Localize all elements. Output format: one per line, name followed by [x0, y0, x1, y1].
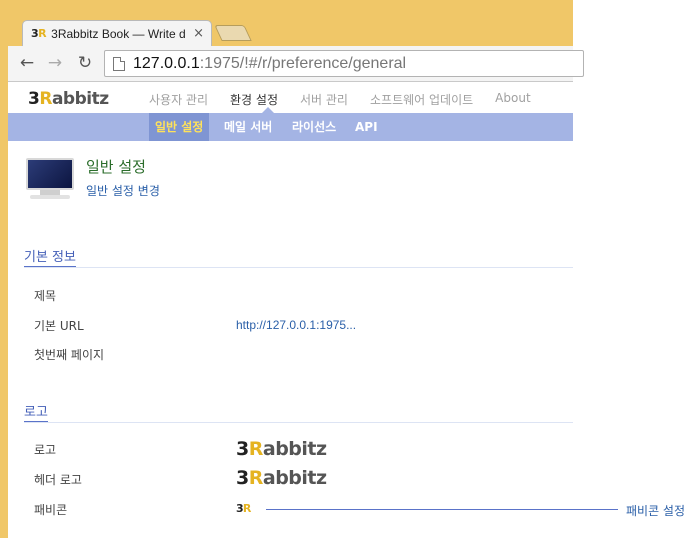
main-nav-about[interactable]: About: [495, 91, 530, 108]
favicon-setting-link[interactable]: 패비콘 설정: [626, 502, 685, 519]
sub-nav-general[interactable]: 일반 설정: [149, 113, 210, 141]
browser-tab[interactable]: 3R 3Rabbitz Book — Write d ×: [22, 20, 212, 46]
main-content: 일반 설정 일반 설정 변경 기본 정보 제목 기본 URL http://12…: [8, 141, 573, 538]
page-subtitle-link[interactable]: 일반 설정 변경: [86, 182, 160, 199]
reload-icon[interactable]: ↻: [74, 52, 96, 74]
row-label-header-logo: 헤더 로고: [34, 473, 82, 487]
back-arrow-icon[interactable]: ←: [16, 52, 38, 74]
sub-nav-api[interactable]: API: [349, 113, 384, 141]
main-nav-software-update[interactable]: 소프트웨어 업데이트: [370, 91, 473, 108]
favicon-image: 3R: [236, 502, 251, 515]
row-label-title: 제목: [34, 289, 57, 303]
window-border-top: [0, 0, 573, 16]
row-label-favicon: 패비콘: [34, 503, 68, 517]
app-header: 3Rabbitz 사용자 관리 환경 설정 서버 관리 소프트웨어 업데이트 A…: [8, 82, 573, 113]
row-label-logo: 로고: [34, 443, 57, 457]
browser-toolbar: ← → ↻ 127.0.0.1:1975/!#/r/preference/gen…: [8, 46, 584, 82]
row-label-base-url: 기본 URL: [34, 319, 84, 333]
new-tab-button[interactable]: [214, 25, 252, 41]
page-title: 일반 설정: [86, 158, 146, 176]
row-label-first-page: 첫번째 페이지: [34, 348, 105, 362]
tab-favicon: 3R: [31, 27, 47, 40]
sub-nav: 일반 설정 메일 서버 라이선스 API: [8, 113, 573, 141]
main-nav: 사용자 관리 환경 설정 서버 관리 소프트웨어 업데이트 About: [149, 91, 553, 108]
main-nav-users[interactable]: 사용자 관리: [149, 91, 208, 108]
header-logo-image: 3Rabbitz: [236, 467, 327, 489]
favicon-setting-line: [266, 509, 618, 510]
forward-arrow-icon[interactable]: →: [44, 52, 66, 74]
logo-image: 3Rabbitz: [236, 438, 327, 460]
browser-tabstrip: 3R 3Rabbitz Book — Write d ×: [8, 16, 573, 46]
section-logo: 로고: [24, 401, 48, 423]
monitor-icon: [26, 158, 74, 200]
page-icon: [113, 56, 125, 71]
sub-nav-license[interactable]: 라이선스: [286, 113, 342, 141]
section-divider: [24, 267, 573, 268]
window-border-left: [0, 0, 8, 538]
main-nav-server[interactable]: 서버 관리: [300, 91, 348, 108]
tab-title: 3Rabbitz Book — Write d: [51, 26, 186, 41]
tab-close-icon[interactable]: ×: [193, 26, 204, 41]
sub-nav-mail-server[interactable]: 메일 서버: [218, 113, 278, 141]
app-logo[interactable]: 3Rabbitz: [28, 89, 109, 109]
address-bar[interactable]: 127.0.0.1:1975/!#/r/preference/general: [104, 50, 584, 77]
main-nav-settings[interactable]: 환경 설정: [230, 91, 278, 108]
section-divider: [24, 422, 573, 423]
section-basic-info: 기본 정보: [24, 246, 76, 268]
url-text[interactable]: 127.0.0.1:1975/!#/r/preference/general: [133, 55, 406, 73]
base-url-value[interactable]: http://127.0.0.1:1975...: [236, 318, 356, 332]
